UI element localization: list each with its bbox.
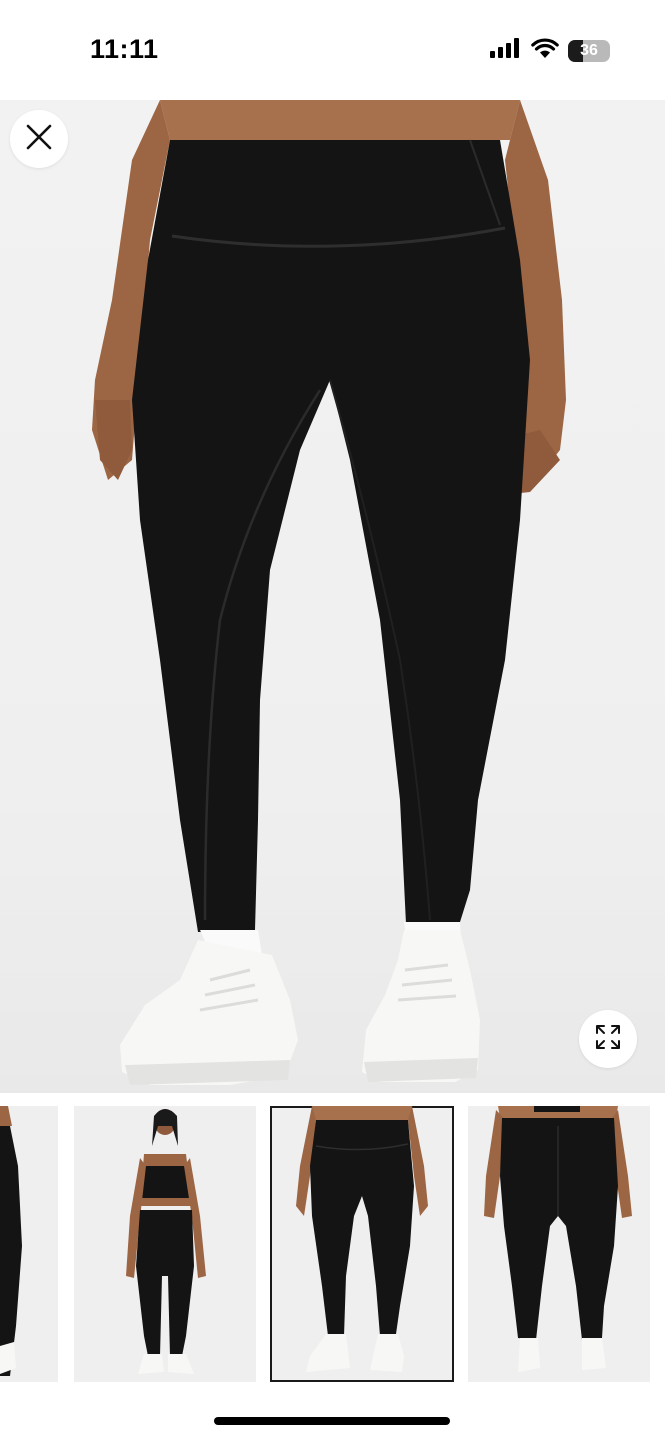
close-button[interactable] [10, 110, 68, 168]
thumbnail-4[interactable] [468, 1106, 650, 1382]
thumbnail-image [126, 1109, 206, 1374]
thumbnail-2[interactable] [74, 1106, 256, 1382]
battery-level: 36 [580, 41, 598, 59]
battery-icon: 36 [568, 39, 610, 62]
expand-icon [595, 1024, 621, 1055]
cellular-signal-icon [490, 38, 522, 63]
close-icon [26, 124, 52, 155]
status-time: 11:11 [90, 34, 159, 64]
product-main-image[interactable] [0, 100, 665, 1093]
product-photo [92, 100, 566, 1085]
status-icons: 36 [490, 38, 610, 63]
thumbnail-image [0, 1106, 22, 1376]
thumbnail-3[interactable] [270, 1106, 454, 1382]
thumbnail-image [484, 1106, 632, 1372]
status-bar: 11:11 36 [0, 0, 665, 100]
expand-button[interactable] [579, 1010, 637, 1068]
wifi-icon [531, 38, 559, 63]
thumbnail-image [296, 1106, 428, 1372]
thumbnail-strip[interactable] [0, 1106, 665, 1382]
home-indicator[interactable] [214, 1417, 450, 1425]
thumbnail-1[interactable] [0, 1106, 58, 1382]
